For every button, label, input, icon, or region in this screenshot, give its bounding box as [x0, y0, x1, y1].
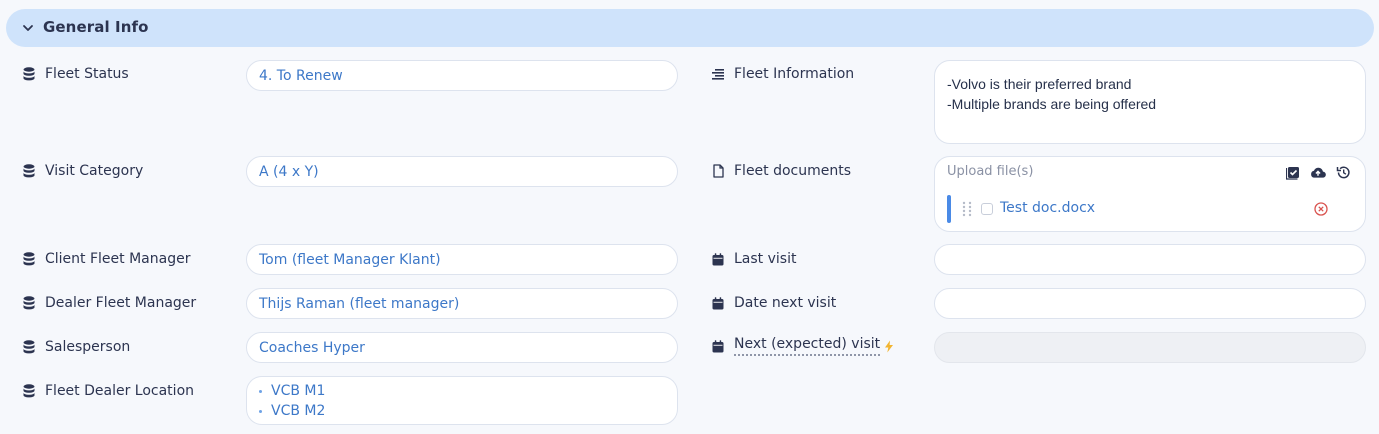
list-item: VCB M1: [259, 381, 665, 401]
fleet-dealer-location-field[interactable]: VCB M1 VCB M2: [246, 376, 678, 425]
dealer-fleet-manager-field[interactable]: Thijs Raman (fleet manager): [246, 288, 678, 319]
database-icon: [22, 340, 36, 354]
chevron-down-icon: [23, 25, 33, 31]
file-checkbox[interactable]: [981, 203, 993, 215]
salesperson-label-text: Salesperson: [45, 339, 131, 355]
client-fleet-manager-label: Client Fleet Manager: [22, 249, 190, 269]
client-fleet-manager-value: Tom (fleet Manager Klant): [259, 251, 441, 268]
last-visit-label: Last visit: [711, 249, 796, 269]
fleet-status-field[interactable]: 4. To Renew: [246, 60, 678, 91]
database-icon: [22, 252, 36, 266]
checklist-icon[interactable]: [1285, 164, 1301, 180]
dealer-fleet-manager-label: Dealer Fleet Manager: [22, 293, 196, 313]
dealer-fleet-manager-label-text: Dealer Fleet Manager: [45, 295, 197, 311]
lightning-icon: [884, 340, 894, 353]
salesperson-label: Salesperson: [22, 337, 130, 357]
calendar-icon: [711, 296, 725, 310]
cloud-upload-icon[interactable]: [1310, 164, 1326, 180]
database-icon: [22, 296, 36, 310]
upload-toolbar: [1285, 164, 1351, 180]
visit-category-value: A (4 x Y): [259, 163, 319, 180]
fleet-documents-label-text: Fleet documents: [734, 163, 852, 179]
remove-file-icon[interactable]: [1313, 201, 1329, 217]
next-expected-visit-label-text[interactable]: Next (expected) visit: [734, 336, 881, 356]
fleet-documents-upload[interactable]: Upload file(s) Test doc.docx: [934, 156, 1366, 232]
fleet-status-label: Fleet Status: [22, 64, 129, 84]
drag-handle-icon[interactable]: [961, 200, 973, 218]
history-icon[interactable]: [1335, 164, 1351, 180]
date-next-visit-field[interactable]: [934, 288, 1366, 319]
file-accent-bar: [947, 195, 951, 223]
database-icon: [22, 384, 36, 398]
fleet-information-line: -Volvo is their preferred brand: [947, 76, 1132, 92]
date-next-visit-label-text: Date next visit: [734, 295, 837, 311]
fleet-dealer-location-label-text: Fleet Dealer Location: [45, 383, 195, 399]
visit-category-label-text: Visit Category: [45, 163, 144, 179]
fleet-documents-label: Fleet documents: [711, 161, 851, 181]
database-icon: [22, 67, 36, 81]
calendar-icon: [711, 339, 725, 353]
file-name-link[interactable]: Test doc.docx: [1000, 200, 1095, 216]
next-expected-visit-field: [934, 332, 1366, 363]
salesperson-field[interactable]: Coaches Hyper: [246, 332, 678, 363]
upload-placeholder: Upload file(s): [947, 164, 1034, 179]
fleet-information-label: Fleet Information: [711, 64, 854, 84]
location-item: VCB M1: [271, 383, 326, 399]
uploaded-file-row[interactable]: Test doc.docx: [947, 195, 1341, 223]
fleet-dealer-location-label: Fleet Dealer Location: [22, 381, 194, 401]
section-title: General Info: [43, 18, 149, 36]
fleet-status-label-text: Fleet Status: [45, 66, 129, 82]
next-expected-visit-label: Next (expected) visit: [711, 336, 894, 356]
last-visit-label-text: Last visit: [734, 251, 797, 267]
location-item: VCB M2: [271, 403, 326, 419]
visit-category-label: Visit Category: [22, 161, 143, 181]
fleet-status-value: 4. To Renew: [259, 67, 343, 84]
calendar-icon: [711, 252, 725, 266]
list-item: VCB M2: [259, 401, 665, 421]
visit-category-field[interactable]: A (4 x Y): [246, 156, 678, 187]
last-visit-field[interactable]: [934, 244, 1366, 275]
database-icon: [22, 164, 36, 178]
client-fleet-manager-label-text: Client Fleet Manager: [45, 251, 191, 267]
fleet-information-line: -Multiple brands are being offered: [947, 96, 1157, 112]
salesperson-value: Coaches Hyper: [259, 339, 365, 356]
text-lines-icon: [711, 67, 725, 81]
dealer-fleet-manager-value: Thijs Raman (fleet manager): [259, 295, 460, 312]
client-fleet-manager-field[interactable]: Tom (fleet Manager Klant): [246, 244, 678, 275]
fleet-information-textarea[interactable]: -Volvo is their preferred brand -Multipl…: [934, 60, 1366, 144]
fleet-information-label-text: Fleet Information: [734, 66, 855, 82]
section-header-general-info[interactable]: General Info: [6, 9, 1374, 47]
date-next-visit-label: Date next visit: [711, 293, 836, 313]
document-icon: [711, 164, 725, 178]
